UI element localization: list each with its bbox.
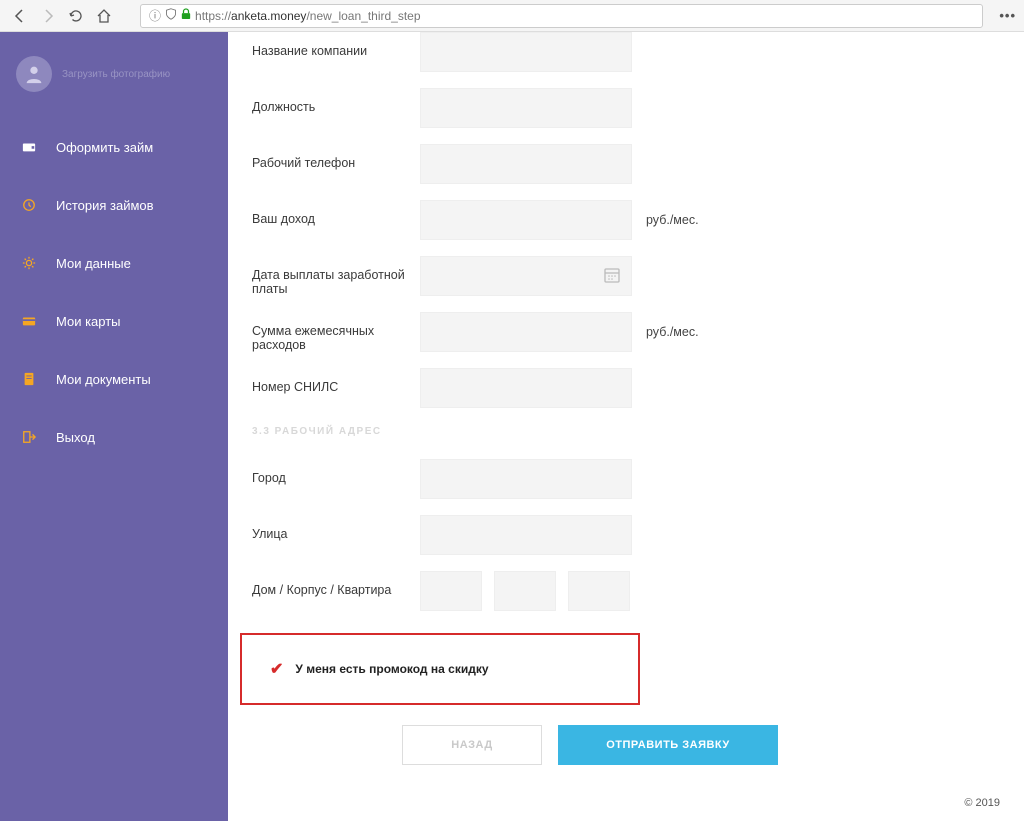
info-icon: ⓘ: [149, 7, 161, 24]
copyright: © 2019: [964, 797, 1000, 809]
sidebar-item-exit[interactable]: Выход: [0, 408, 228, 466]
sidebar-menu: Оформить займ История займов Мои данные …: [0, 118, 228, 466]
clock-icon: [20, 196, 38, 214]
reload-button[interactable]: [64, 4, 88, 28]
promo-label: У меня есть промокод на скидку: [295, 662, 488, 676]
expenses-label: Сумма ежемесячных расходов: [252, 312, 420, 352]
sidebar-item-my-documents[interactable]: Мои документы: [0, 350, 228, 408]
house-label: Дом / Корпус / Квартира: [252, 571, 420, 597]
url-bar[interactable]: ⓘ https://anketa.money/new_loan_third_st…: [140, 4, 983, 28]
main-form: Название компании Должность Рабочий теле…: [228, 32, 1024, 821]
gear-icon: [20, 254, 38, 272]
home-button[interactable]: [92, 4, 116, 28]
shield-icon: [165, 8, 177, 23]
income-label: Ваш доход: [252, 200, 420, 226]
snils-label: Номер СНИЛС: [252, 368, 420, 394]
back-button[interactable]: НАЗАД: [402, 725, 542, 765]
menu-dots-icon[interactable]: •••: [999, 8, 1016, 23]
sidebar-item-new-loan[interactable]: Оформить займ: [0, 118, 228, 176]
company-label: Название компании: [252, 32, 420, 58]
back-nav-button[interactable]: [8, 4, 32, 28]
calendar-icon: [603, 266, 621, 287]
income-input[interactable]: [420, 200, 632, 240]
wallet-icon: [20, 138, 38, 156]
sidebar-item-label: Оформить займ: [56, 140, 153, 155]
url-path: /new_loan_third_step: [306, 9, 420, 23]
exit-icon: [20, 428, 38, 446]
sidebar-item-label: Мои данные: [56, 256, 131, 271]
url-prefix: https://: [195, 9, 231, 23]
city-label: Город: [252, 459, 420, 485]
apartment-input[interactable]: [568, 571, 630, 611]
sidebar-item-my-data[interactable]: Мои данные: [0, 234, 228, 292]
sidebar-item-label: Мои документы: [56, 372, 151, 387]
income-suffix: руб./мес.: [646, 213, 699, 227]
url-host: anketa.money: [231, 9, 306, 23]
expenses-suffix: руб./мес.: [646, 325, 699, 339]
promo-highlight: ✔ У меня есть промокод на скидку: [240, 633, 640, 705]
lock-icon: [181, 8, 191, 23]
pay-date-label: Дата выплаты заработной платы: [252, 256, 420, 296]
position-input[interactable]: [420, 88, 632, 128]
sidebar: Загрузить фотографию Оформить займ Истор…: [0, 32, 228, 821]
card-icon: [20, 312, 38, 330]
snils-input[interactable]: [420, 368, 632, 408]
check-icon[interactable]: ✔: [270, 659, 283, 679]
section-heading-work-address: 3.3 РАБОЧИЙ АДРЕС: [252, 426, 1000, 437]
street-input[interactable]: [420, 515, 632, 555]
building-input[interactable]: [494, 571, 556, 611]
sidebar-item-history[interactable]: История займов: [0, 176, 228, 234]
work-phone-input[interactable]: [420, 144, 632, 184]
sidebar-item-label: Выход: [56, 430, 95, 445]
city-input[interactable]: [420, 459, 632, 499]
submit-button[interactable]: ОТПРАВИТЬ ЗАЯВКУ: [558, 725, 778, 765]
sidebar-item-my-cards[interactable]: Мои карты: [0, 292, 228, 350]
document-icon: [20, 370, 38, 388]
company-input[interactable]: [420, 32, 632, 72]
position-label: Должность: [252, 88, 420, 114]
house-input[interactable]: [420, 571, 482, 611]
pay-date-input[interactable]: [420, 256, 632, 296]
street-label: Улица: [252, 515, 420, 541]
work-phone-label: Рабочий телефон: [252, 144, 420, 170]
avatar: [16, 56, 52, 92]
sidebar-item-label: История займов: [56, 198, 154, 213]
forward-nav-button[interactable]: [36, 4, 60, 28]
profile-block[interactable]: Загрузить фотографию: [0, 46, 228, 112]
browser-toolbar: ⓘ https://anketa.money/new_loan_third_st…: [0, 0, 1024, 32]
upload-photo-label: Загрузить фотографию: [62, 69, 170, 80]
sidebar-item-label: Мои карты: [56, 314, 121, 329]
expenses-input[interactable]: [420, 312, 632, 352]
